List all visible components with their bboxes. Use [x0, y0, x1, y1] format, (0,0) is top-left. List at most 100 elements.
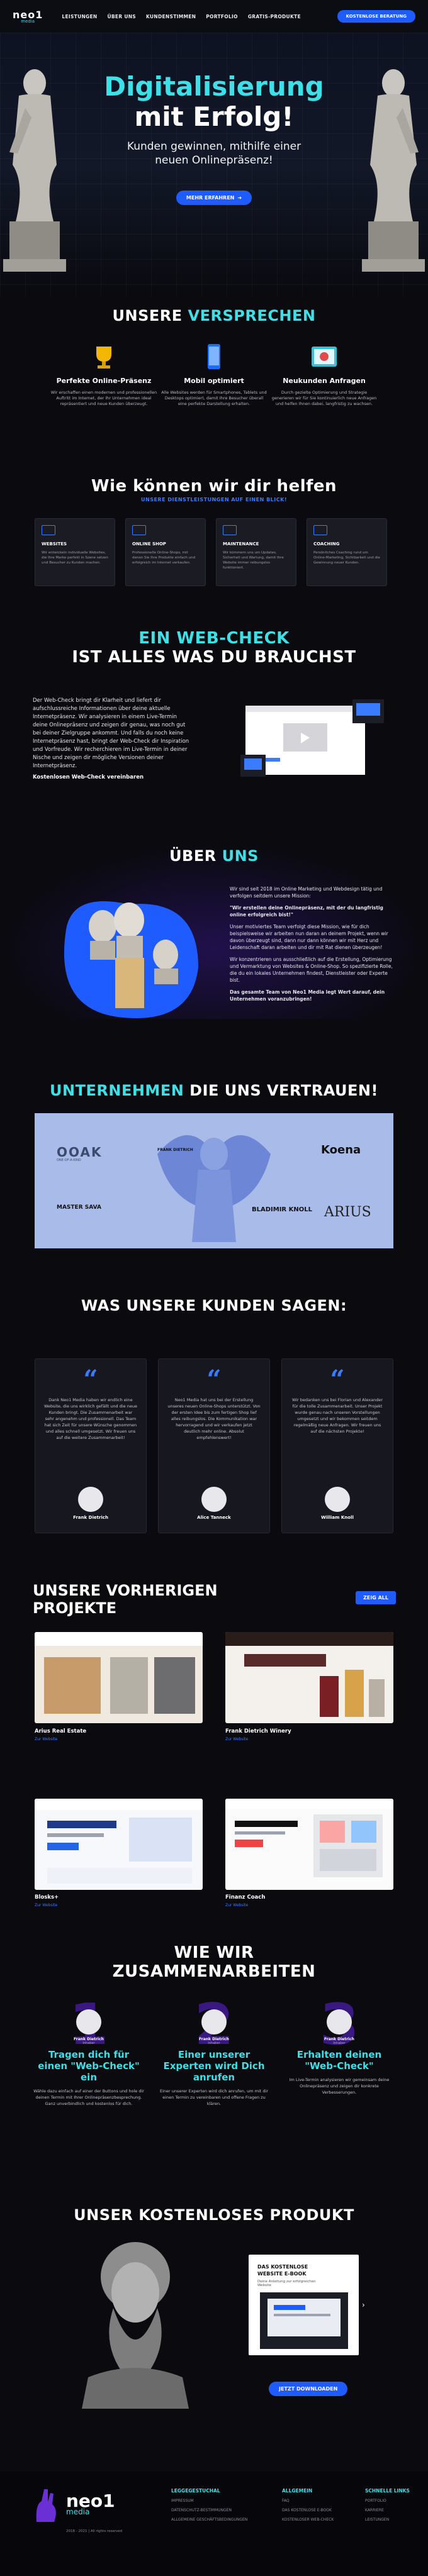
footer-link[interactable]: DAS KOSTENLOSE E-BOOK [282, 2508, 334, 2512]
smartphone-icon [200, 343, 228, 370]
step-title: Tragen dich für einen "Web-Check" ein [38, 2049, 140, 2083]
angel-statue-image [157, 1135, 271, 1242]
testimonial-author: Alice Tanneck [159, 1487, 269, 1520]
footer-link[interactable]: LEISTUNGEN [365, 2518, 410, 2522]
project-link[interactable]: Zur Website [225, 1737, 248, 1741]
service-text: Wir kümmern uns um Updates, Sicherheit u… [223, 551, 284, 570]
testimonial-text: Wir bedanken uns bei Florian und Alexand… [291, 1397, 383, 1434]
nav-item-portfolio[interactable]: PORTFOLIO [206, 14, 238, 19]
chevron-right-icon[interactable]: › [362, 2301, 365, 2309]
testimonial-text: Dank Neo1 Media haben wir endlich eine W… [44, 1397, 137, 1440]
service-card-online-shop[interactable]: ONLINE SHOP Professionelle Online-Shops,… [125, 518, 206, 586]
about-heading: ÜBER UNS [0, 847, 428, 865]
hero-section: Digitalisierung mit Erfolg! Kunden gewin… [0, 33, 428, 297]
step-person-role: Inhaber [333, 2041, 346, 2045]
step-person-role: Inhaber [82, 2041, 95, 2045]
project-name: Frank Dietrich Winery [225, 1728, 291, 1735]
project-link[interactable]: Zur Website [225, 1903, 248, 1907]
clients-logo-panel: OOAK ONE-OF-A-KIND FRANK DIETRICH Koena … [35, 1113, 393, 1248]
footer-link[interactable]: ALLGEMEINE GESCHÄFTSBEDINGUNGEN [171, 2518, 247, 2522]
service-title: MAINTENANCE [223, 541, 259, 547]
nav-item-leistungen[interactable]: LEISTUNGEN [62, 14, 97, 19]
service-title: ONLINE SHOP [132, 541, 166, 547]
step-person-name: Frank Dietrich [74, 2037, 104, 2041]
nav-item-kundenstimmen[interactable]: KUNDENSTIMMEN [146, 14, 196, 19]
footer-logo[interactable]: neo1 media [66, 2490, 115, 2516]
project-link[interactable]: Zur Website [35, 1737, 57, 1741]
step-title: Erhalten deinen "Web-Check" [296, 2049, 382, 2072]
step-title: Einer unserer Experten wird Dich anrufen [163, 2049, 265, 2083]
nav-menu: LEISTUNGEN ÜBER UNS KUNDENSTIMMEN PORTFO… [62, 14, 301, 19]
footer-link[interactable]: PORTFOLIO [365, 2499, 410, 2503]
footer-link[interactable]: KOSTENLOSER WEB-CHECK [282, 2518, 334, 2522]
services-heading: Wie können wir dir helfen [91, 477, 337, 496]
project-thumbnail[interactable] [35, 1799, 203, 1890]
footer: neo1 media 2018 - 2021 | All rights rese… [0, 2472, 428, 2576]
service-text: Wir entwickeln individuelle Websites, di… [42, 551, 108, 565]
ebook-card[interactable]: DAS KOSTENLOSE WEBSITE E-BOOK Deine Anle… [249, 2255, 359, 2355]
promises-heading-1: UNSERE [112, 307, 183, 325]
project-thumbnail[interactable] [35, 1632, 203, 1723]
step-text: Wähle dazu einfach auf einer der Buttons… [33, 2089, 144, 2106]
client-logo-bladimir-knoll: BLADIMIR KNOLL [252, 1206, 312, 1213]
webcheck-link[interactable]: Kostenlosen Web-Check vereinbaren [33, 774, 193, 782]
projects-heading-2: PROJEKTE [33, 1599, 117, 1617]
clients-heading-1: UNTERNEHMEN [50, 1082, 184, 1099]
footer-link[interactable]: KARRIERE [365, 2508, 410, 2512]
download-button[interactable]: JETZT DOWNLOADEN [269, 2382, 348, 2396]
step-person-name: Frank Dietrich [324, 2037, 354, 2041]
footer-link[interactable]: DATENSCHUTZ-BESTIMMUNGEN [171, 2508, 247, 2512]
consultation-button[interactable]: KOSTENLOSE BERATUNG [337, 10, 415, 23]
testimonial-name: Alice Tanneck [197, 1515, 231, 1520]
footer-col-title: LEGGEGESTUCHAL [171, 2488, 220, 2494]
testimonials-heading: WAS UNSERE KUNDEN SAGEN: [81, 1297, 347, 1314]
trophy-icon [90, 343, 118, 370]
nav-item-ueber-uns[interactable]: ÜBER UNS [108, 14, 137, 19]
promise-card: Mobil optimiert Alle Websites werden für… [160, 343, 268, 407]
project-name: Finanz Coach [225, 1894, 266, 1901]
process-step: 1 Frank Dietrich Inhaber Tragen dich für… [33, 1997, 145, 2107]
project-thumbnail[interactable] [225, 1632, 393, 1723]
testimonial-card: “ Dank Neo1 Media haben wir endlich eine… [35, 1358, 147, 1533]
avatar [76, 2009, 101, 2035]
show-all-button[interactable]: ZEIG ALL [356, 1591, 396, 1604]
promises-heading-2: VERSPRECHEN [188, 307, 316, 325]
quote-icon: “ [330, 1365, 345, 1394]
testimonial-text: Neo1 Media hat uns bei der Erstellung un… [167, 1397, 261, 1440]
quote-icon: “ [206, 1365, 222, 1394]
clients-heading: UNTERNEHMEN DIE UNS VERTRAUEN! [0, 1082, 428, 1099]
service-card-coaching[interactable]: COACHING Persönliches Coaching rund um O… [307, 518, 387, 586]
step-person-name: Frank Dietrich [199, 2037, 229, 2041]
inbox-icon [310, 343, 338, 370]
service-card-websites[interactable]: WEBSITES Wir entwickeln individuelle Web… [35, 518, 115, 586]
footer-link[interactable]: IMPRESSUM [171, 2499, 247, 2503]
webcheck-heading-2: IST ALLES WAS DU BRAUCHST [72, 648, 356, 667]
project-link[interactable]: Zur Website [35, 1903, 57, 1907]
footer-col-legal: LEGGEGESTUCHAL IMPRESSUM DATENSCHUTZ-BES… [171, 2488, 247, 2527]
project-thumbnail[interactable] [225, 1799, 393, 1890]
hero-more-button[interactable]: MEHR ERFAHREN ➜ [176, 191, 252, 205]
step-person-role: Inhaber [208, 2041, 220, 2045]
process-heading-1: WIE WIR [174, 1943, 254, 1962]
ebook-cover-image [260, 2292, 348, 2349]
avatar [201, 2009, 227, 2035]
browser-illustration [240, 699, 384, 777]
footer-col-general: ALLGEMEIN FAQ DAS KOSTENLOSE E-BOOK KOST… [282, 2488, 334, 2527]
promise-text: Durch gezielte Optimierung und Strategie… [271, 390, 377, 406]
process-step: 2 Frank Dietrich Inhaber Einer unserer E… [158, 1997, 270, 2107]
promise-text: Alle Websites werden für Smartphones, Ta… [161, 390, 267, 406]
hero-title-line2: mit Erfolg! [134, 101, 294, 132]
footer-col-title: ALLGEMEIN [282, 2488, 313, 2494]
logo[interactable]: neo1 media [13, 9, 43, 24]
services-subheading: UNSERE DIENSTLEISTUNGEN AUF EINEN BLICK! [141, 497, 287, 502]
quote-icon: “ [83, 1365, 98, 1394]
footer-link[interactable]: FAQ [282, 2499, 334, 2503]
ebook-title: DAS KOSTENLOSE WEBSITE E-BOOK [257, 2264, 308, 2277]
footer-copyright: 2018 - 2021 | All rights reserved [66, 2529, 123, 2533]
monitor-icon [42, 525, 55, 535]
testimonial-name: William Knoll [321, 1515, 354, 1520]
wrench-icon [223, 525, 237, 535]
service-card-maintenance[interactable]: MAINTENANCE Wir kümmern uns um Updates, … [216, 518, 296, 586]
nav-item-gratis-produkte[interactable]: GRATIS-PRODUKTE [248, 14, 301, 19]
promises-heading: UNSERE VERSPRECHEN [0, 307, 428, 325]
